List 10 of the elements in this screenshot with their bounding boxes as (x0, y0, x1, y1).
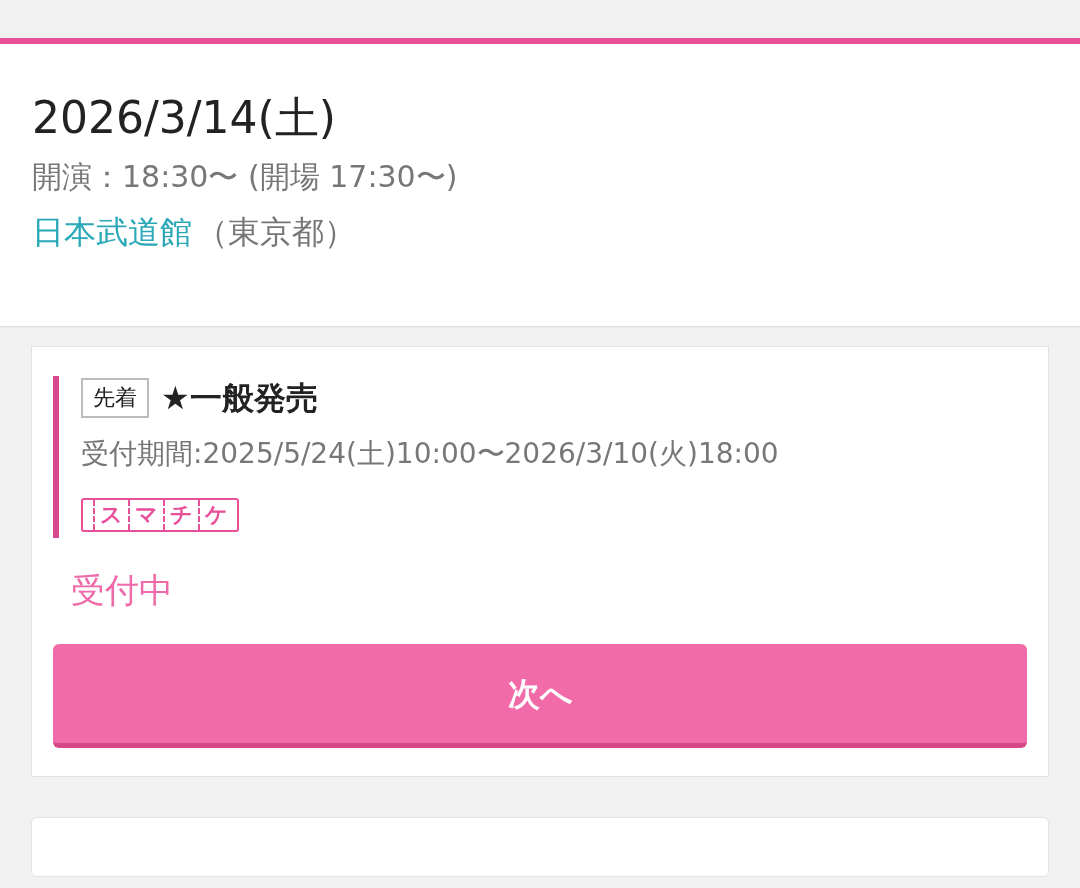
next-button[interactable]: 次へ (53, 644, 1027, 748)
event-date: 2026/3/14(土) (32, 91, 337, 145)
event-time: 開演：18:30〜 (開場 17:30〜) (32, 158, 459, 196)
venue-prefecture: （東京都） (196, 212, 356, 253)
first-come-badge: 先着 (81, 378, 149, 418)
smart-ticket-logo: スマチケ (81, 498, 239, 532)
reception-period: 受付期間:2025/5/24(土)10:00〜2026/3/10(火)18:00 (81, 436, 780, 472)
venue-link[interactable]: 日本武道館 (32, 208, 192, 256)
sale-title: ★一般発売 (161, 378, 318, 419)
status-label: 受付中 (71, 569, 174, 612)
